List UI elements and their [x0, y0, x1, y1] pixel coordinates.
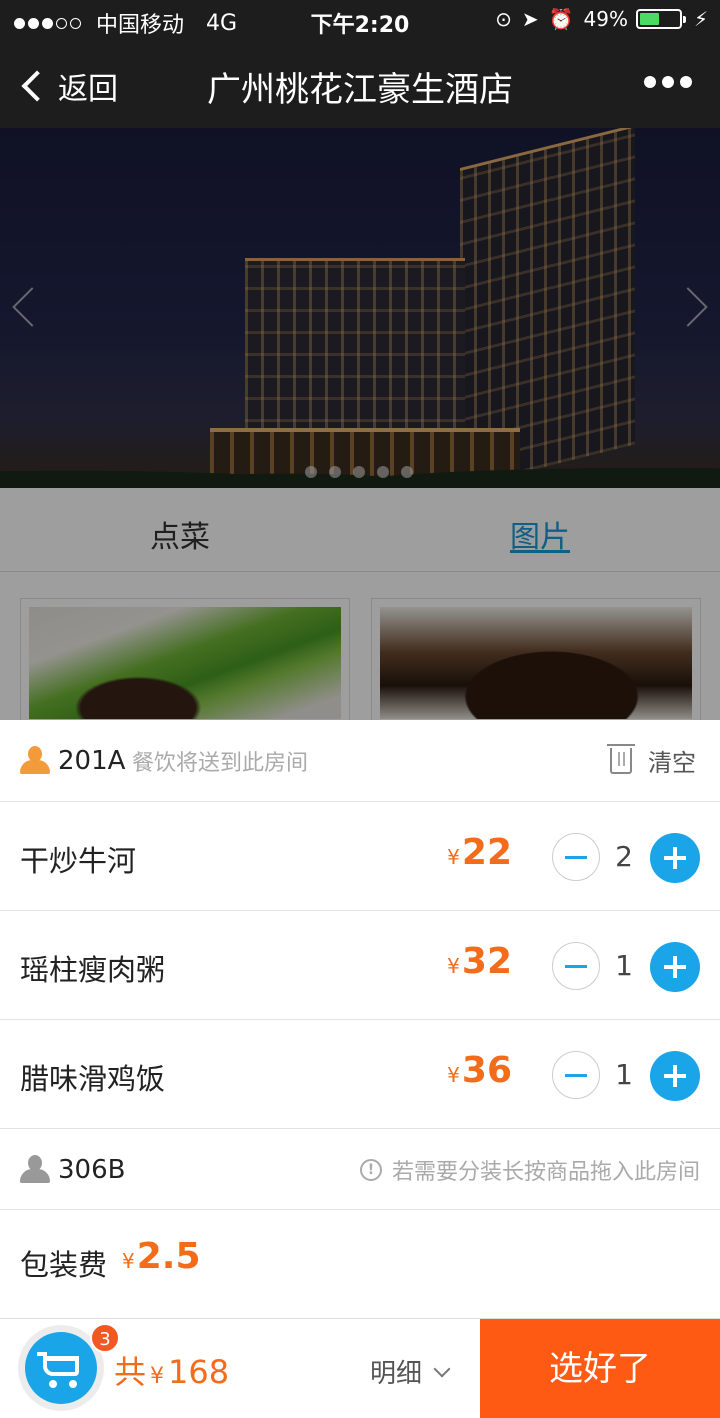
item-quantity: 2 [615, 840, 633, 873]
order-total: 共 ¥ 168 [114, 1353, 230, 1391]
room-code: 306B [58, 1154, 126, 1185]
cart-item: 瑶柱瘦肉粥 ¥32 1 [0, 911, 720, 1020]
cart-item: 腊味滑鸡饭 ¥36 1 [0, 1020, 720, 1129]
battery-percent: 49% [583, 7, 628, 31]
more-options-icon[interactable] [638, 76, 692, 88]
clear-cart-button[interactable]: 清空 [607, 743, 696, 778]
item-quantity: 1 [615, 949, 633, 982]
user-icon [20, 745, 50, 776]
user-icon [20, 1154, 50, 1185]
decrease-button[interactable] [552, 1051, 600, 1099]
increase-button[interactable] [650, 1051, 700, 1101]
checkout-bar: 3 共 ¥ 168 明细 选好了 [0, 1318, 720, 1418]
alarm-clock-icon: ⏰ [548, 7, 574, 31]
rotation-lock-icon: ⊙ [495, 7, 512, 31]
increase-button[interactable] [650, 833, 700, 883]
item-name: 干炒牛河 [20, 844, 137, 878]
overlay-mask[interactable] [0, 128, 720, 720]
delivery-room-row: 201A 餐饮将送到此房间 清空 [0, 720, 720, 802]
status-right: ⊙ ➤ ⏰ 49% ⚡ [485, 7, 708, 31]
packaging-label: 包装费 [20, 1248, 108, 1282]
second-room-row[interactable]: 306B ! 若需要分装长按商品拖入此房间 [0, 1130, 720, 1210]
clear-label: 清空 [648, 749, 696, 777]
split-hint: ! 若需要分装长按商品拖入此房间 [359, 1154, 700, 1186]
cart-panel: 201A 餐饮将送到此房间 清空 干炒牛河 ¥22 2 瑶柱瘦肉粥 ¥32 1 … [0, 720, 720, 1318]
nav-bar: 返回 广州桃花江豪生酒店 [0, 40, 720, 128]
shopping-cart-icon [25, 1332, 97, 1404]
cart-button[interactable]: 3 [18, 1323, 120, 1411]
room-code: 201A [58, 745, 126, 776]
room-hint: 餐饮将送到此房间 [132, 750, 309, 776]
detail-toggle[interactable]: 明细 [370, 1353, 451, 1390]
packaging-fee-row: 包装费 ¥2.5 [0, 1210, 720, 1318]
packaging-fee: ¥2.5 [122, 1236, 201, 1277]
decrease-button[interactable] [552, 833, 600, 881]
item-quantity: 1 [615, 1058, 633, 1091]
item-name: 瑶柱瘦肉粥 [20, 953, 166, 987]
charging-bolt-icon: ⚡ [693, 7, 708, 31]
trash-icon [607, 743, 635, 774]
decrease-button[interactable] [552, 942, 600, 990]
cart-item: 干炒牛河 ¥22 2 [0, 802, 720, 911]
item-name: 腊味滑鸡饭 [20, 1062, 166, 1096]
chevron-down-icon [433, 1360, 451, 1377]
location-arrow-icon: ➤ [521, 7, 539, 31]
item-price: ¥32 [447, 941, 512, 982]
increase-button[interactable] [650, 942, 700, 992]
item-price: ¥36 [447, 1050, 512, 1091]
battery-icon [635, 9, 686, 29]
info-icon: ! [359, 1158, 382, 1181]
page-title: 广州桃花江豪生酒店 [207, 70, 513, 110]
confirm-order-button[interactable]: 选好了 [480, 1319, 720, 1418]
item-price: ¥22 [447, 832, 512, 873]
status-bar: 中国移动 4G 下午2:20 ⊙ ➤ ⏰ 49% ⚡ [0, 0, 720, 40]
